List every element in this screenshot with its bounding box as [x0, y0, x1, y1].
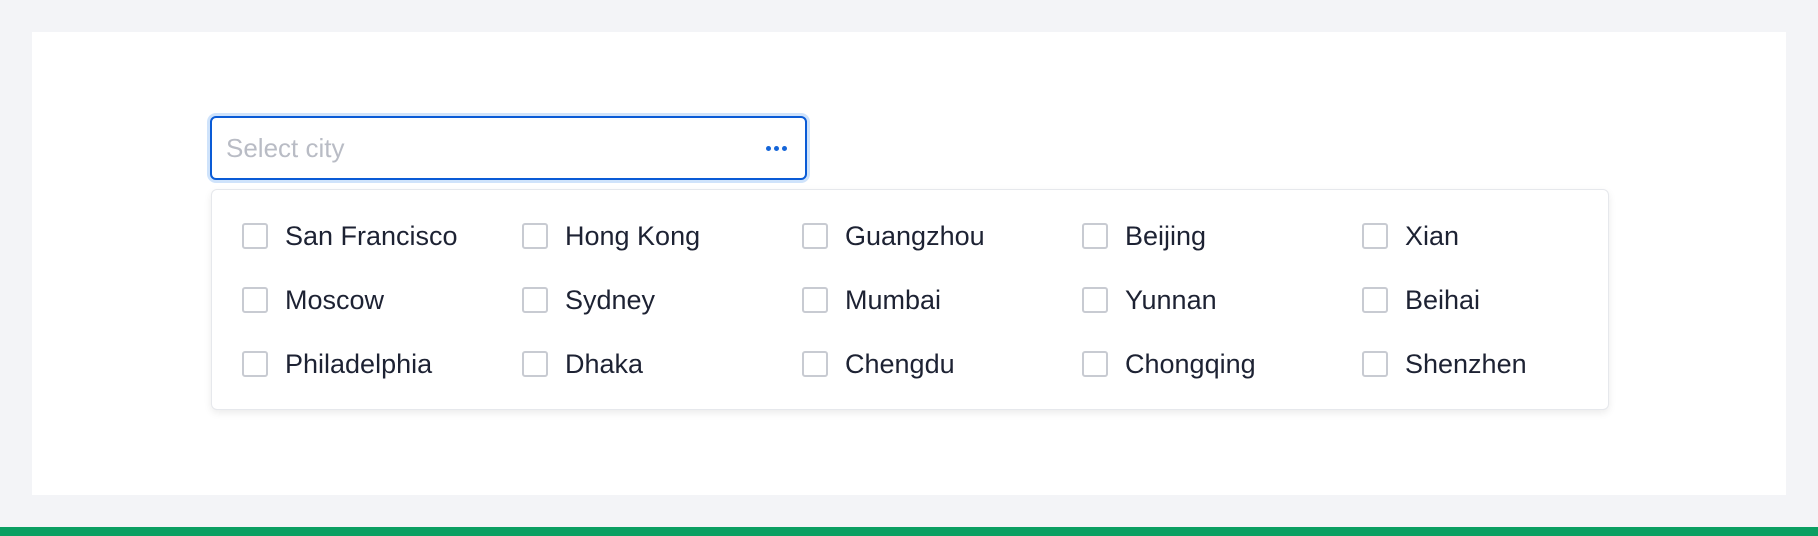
city-option[interactable]: Beihai — [1362, 282, 1642, 318]
city-dropdown-panel: San Francisco Hong Kong Guangzhou Beijin… — [211, 189, 1609, 410]
option-label: Chongqing — [1125, 348, 1256, 379]
option-label: Beihai — [1405, 284, 1481, 315]
checkbox[interactable] — [242, 223, 268, 249]
option-label: Mumbai — [845, 284, 942, 315]
city-option[interactable]: Guangzhou — [802, 218, 1082, 254]
city-option[interactable]: Shenzhen — [1362, 346, 1642, 382]
city-option[interactable]: Dhaka — [522, 346, 802, 382]
city-option[interactable]: Sydney — [522, 282, 802, 318]
checkbox[interactable] — [522, 223, 548, 249]
checkbox[interactable] — [242, 287, 268, 313]
option-label: Moscow — [285, 284, 385, 315]
city-option[interactable]: San Francisco — [242, 218, 522, 254]
option-label: Philadelphia — [285, 348, 433, 379]
option-label: Chengdu — [845, 348, 955, 379]
city-option[interactable]: Xian — [1362, 218, 1642, 254]
checkbox[interactable] — [242, 351, 268, 377]
option-label: San Francisco — [285, 220, 458, 251]
checkbox[interactable] — [802, 223, 828, 249]
checkbox[interactable] — [1082, 287, 1108, 313]
checkbox[interactable] — [1082, 351, 1108, 377]
option-label: Guangzhou — [845, 220, 985, 251]
option-label: Xian — [1405, 220, 1460, 251]
checkbox[interactable] — [1362, 223, 1388, 249]
city-option[interactable]: Chengdu — [802, 346, 1082, 382]
option-label: Sydney — [565, 284, 656, 315]
option-label: Yunnan — [1125, 284, 1217, 315]
city-option[interactable]: Mumbai — [802, 282, 1082, 318]
select-placeholder: Select city — [226, 132, 345, 163]
city-option[interactable]: Philadelphia — [242, 346, 522, 382]
option-label: Beijing — [1125, 220, 1207, 251]
ellipsis-icon[interactable] — [766, 145, 787, 151]
option-label: Dhaka — [565, 348, 644, 379]
city-option[interactable]: Beijing — [1082, 218, 1362, 254]
option-label: Shenzhen — [1405, 348, 1527, 379]
city-option[interactable]: Chongqing — [1082, 346, 1362, 382]
city-select-input[interactable]: Select city — [210, 116, 807, 180]
city-option[interactable]: Moscow — [242, 282, 522, 318]
checkbox[interactable] — [522, 287, 548, 313]
checkbox[interactable] — [802, 287, 828, 313]
checkbox[interactable] — [1362, 287, 1388, 313]
bottom-accent-bar — [0, 527, 1818, 536]
checkbox[interactable] — [802, 351, 828, 377]
checkbox[interactable] — [522, 351, 548, 377]
checkbox[interactable] — [1362, 351, 1388, 377]
city-options-grid: San Francisco Hong Kong Guangzhou Beijin… — [242, 218, 1642, 410]
option-label: Hong Kong — [565, 220, 701, 251]
checkbox[interactable] — [1082, 223, 1108, 249]
city-option[interactable]: Hong Kong — [522, 218, 802, 254]
city-option[interactable]: Yunnan — [1082, 282, 1362, 318]
